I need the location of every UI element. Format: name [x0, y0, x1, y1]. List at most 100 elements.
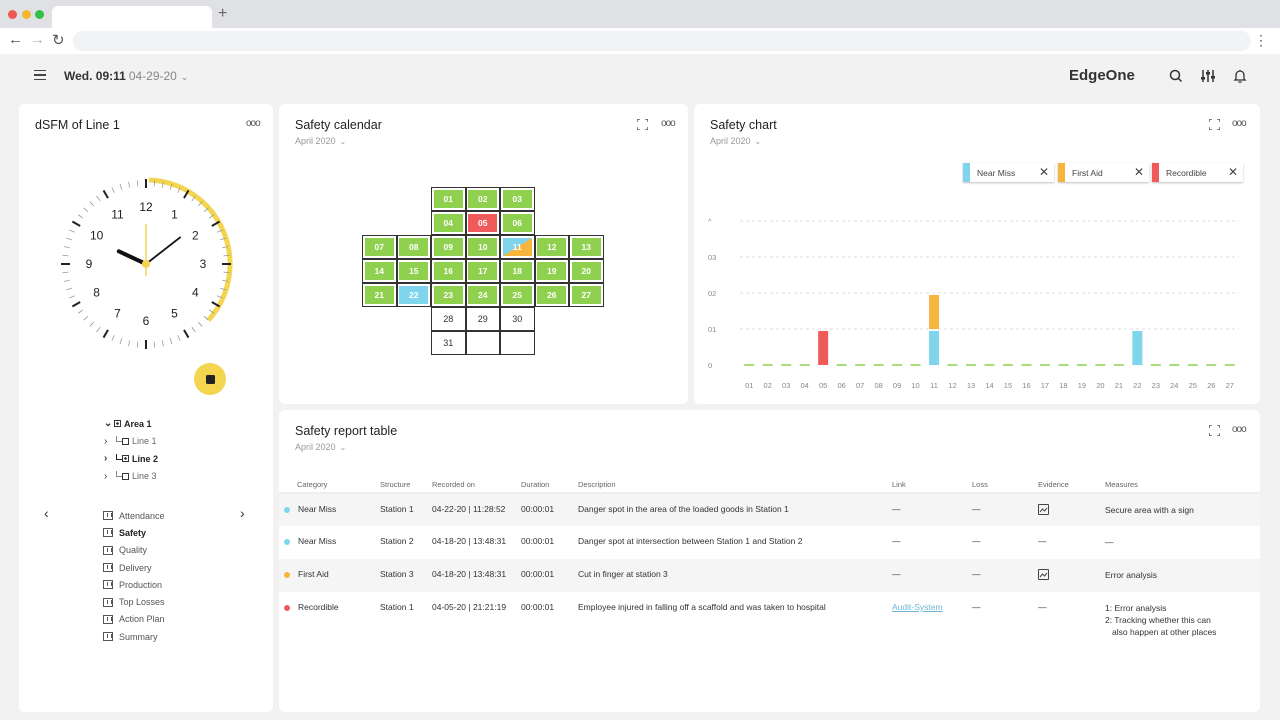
month-selector[interactable]: April 2020 ⌄ [295, 136, 346, 146]
calendar-day[interactable]: 31 [431, 331, 466, 355]
column-header[interactable]: Duration [521, 476, 578, 494]
calendar-day[interactable]: 15 [396, 259, 431, 283]
column-header[interactable]: Category [279, 476, 380, 494]
expand-icon[interactable] [1209, 119, 1220, 130]
hamburger-menu-icon[interactable] [34, 70, 46, 80]
bar-near-miss[interactable] [929, 331, 940, 365]
menu-item-quality[interactable]: Quality [103, 542, 165, 559]
table-row[interactable]: Near Miss Station 1 04-22-20 | 11:28:52 00:… [279, 493, 1260, 526]
table-row[interactable]: Recordible Station 1 04-05-20 | 21:21:19 00… [279, 592, 1260, 651]
search-icon[interactable] [1168, 68, 1184, 84]
calendar-day[interactable]: 30 [500, 307, 535, 331]
forward-button[interactable]: → [30, 31, 45, 48]
calendar-day[interactable]: 23 [431, 283, 466, 307]
calendar-day[interactable]: 08 [396, 235, 431, 259]
menu-item-action-plan[interactable]: Action Plan [103, 611, 165, 628]
bar-recordible[interactable] [818, 331, 829, 365]
menu-item-production[interactable]: Production [103, 576, 165, 593]
calendar-day[interactable]: 28 [431, 307, 466, 331]
legend-item-recordible[interactable]: Recordible ✕ [1152, 163, 1243, 182]
url-input[interactable] [73, 31, 1251, 51]
remove-filter-icon[interactable]: ✕ [1228, 165, 1238, 179]
column-header[interactable]: Measures [1105, 476, 1260, 494]
column-header[interactable]: Description [578, 476, 892, 494]
more-options-icon[interactable]: ooo [1232, 424, 1247, 435]
next-button[interactable]: › [240, 505, 245, 521]
calendar-day[interactable]: 18 [500, 259, 535, 283]
checkbox-checked-icon[interactable] [122, 455, 129, 463]
bar-near-miss[interactable] [1132, 331, 1143, 365]
minimize-window-button[interactable] [22, 10, 31, 19]
calendar-day[interactable]: 27 [569, 283, 604, 307]
bell-icon[interactable] [1232, 68, 1248, 84]
calendar-day[interactable]: 26 [534, 283, 569, 307]
calendar-day[interactable]: 04 [431, 211, 466, 235]
menu-item-attendance[interactable]: Attendance [103, 507, 165, 524]
menu-item-summary[interactable]: Summary [103, 628, 165, 645]
calendar-day[interactable]: 22 [396, 283, 431, 307]
menu-item-safety[interactable]: Safety [103, 524, 165, 541]
new-tab-button[interactable]: + [218, 5, 227, 23]
calendar-day[interactable]: 14 [362, 259, 397, 283]
column-header[interactable]: Link [892, 476, 972, 494]
expand-icon[interactable] [1209, 425, 1220, 436]
column-header[interactable]: Loss [972, 476, 1038, 494]
menu-item-delivery[interactable]: Delivery [103, 559, 165, 576]
tree-node[interactable]: › Line 1 [104, 433, 158, 451]
calendar-day[interactable]: 17 [465, 259, 500, 283]
calendar-day[interactable]: 25 [500, 283, 535, 307]
checkbox-icon[interactable] [122, 472, 129, 480]
stop-button[interactable] [194, 363, 226, 395]
calendar-day[interactable]: 21 [362, 283, 397, 307]
menu-item-top-losses[interactable]: Top Losses [103, 593, 165, 610]
expand-icon[interactable] [637, 119, 648, 130]
calendar-day[interactable]: 20 [569, 259, 604, 283]
sliders-icon[interactable] [1200, 68, 1216, 84]
calendar-day[interactable]: 01 [431, 187, 466, 211]
calendar-day[interactable]: 06 [500, 211, 535, 235]
calendar-day[interactable]: 10 [465, 235, 500, 259]
calendar-day[interactable]: 05 [465, 211, 500, 235]
calendar-day[interactable]: 02 [465, 187, 500, 211]
chevron-right-icon[interactable]: › [104, 453, 114, 464]
month-selector[interactable]: April 2020 ⌄ [710, 136, 761, 146]
back-button[interactable]: ← [8, 31, 23, 48]
calendar-day[interactable]: 03 [500, 187, 535, 211]
previous-button[interactable]: ‹ [44, 505, 49, 521]
more-options-icon[interactable]: ooo [1232, 118, 1247, 129]
table-row[interactable]: Near Miss Station 2 04-18-20 | 13:48:31 00:… [279, 526, 1260, 559]
legend-item-near-miss[interactable]: Near Miss ✕ [963, 163, 1054, 182]
calendar-day[interactable]: 16 [431, 259, 466, 283]
checkbox-icon[interactable] [122, 437, 129, 445]
column-header[interactable]: Evidence [1038, 476, 1105, 494]
calendar-day[interactable]: 29 [465, 307, 500, 331]
calendar-day[interactable]: 19 [534, 259, 569, 283]
column-header[interactable]: Structure [380, 476, 432, 494]
calendar-day[interactable] [500, 331, 535, 355]
chevron-right-icon[interactable]: › [104, 471, 114, 482]
remove-filter-icon[interactable]: ✕ [1039, 165, 1049, 179]
image-icon[interactable] [1038, 504, 1049, 515]
calendar-day[interactable]: 11 [500, 235, 535, 259]
close-window-button[interactable] [8, 10, 17, 19]
calendar-day[interactable]: 07 [362, 235, 397, 259]
legend-item-first-aid[interactable]: First Aid ✕ [1058, 163, 1149, 182]
chevron-right-icon[interactable]: › [104, 436, 114, 447]
browser-tab[interactable] [52, 6, 212, 28]
tree-node[interactable]: › Line 2 [104, 450, 158, 468]
maximize-window-button[interactable] [35, 10, 44, 19]
browser-menu-button[interactable]: ⋮ [1254, 32, 1268, 49]
reload-button[interactable]: ↻ [52, 31, 65, 49]
calendar-day[interactable]: 09 [431, 235, 466, 259]
image-icon[interactable] [1038, 569, 1049, 580]
calendar-day[interactable] [465, 331, 500, 355]
audit-link[interactable]: Audit-System [892, 602, 943, 612]
month-selector[interactable]: April 2020 ⌄ [295, 442, 346, 452]
tree-node[interactable]: › Line 3 [104, 468, 158, 486]
calendar-day[interactable]: 12 [534, 235, 569, 259]
date-selector[interactable]: Wed. 09:11 04-29-20 ⌄ [64, 69, 188, 83]
calendar-day[interactable]: 24 [465, 283, 500, 307]
bar-first-aid[interactable] [929, 295, 940, 329]
checkbox-checked-icon[interactable] [114, 420, 121, 428]
tree-node[interactable]: ⌄ Area 1 [104, 415, 158, 433]
